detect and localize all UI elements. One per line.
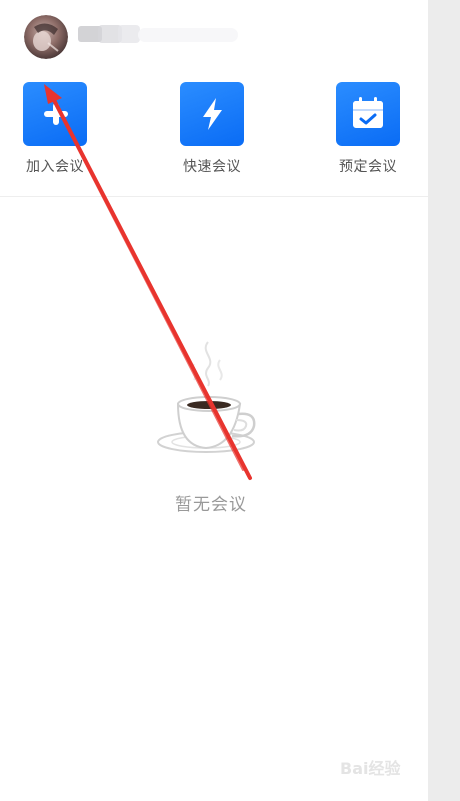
- avatar[interactable]: [24, 15, 68, 59]
- header: [0, 0, 428, 70]
- join-meeting-tile[interactable]: [23, 82, 87, 146]
- schedule-meeting-button[interactable]: 预定会议: [323, 82, 413, 182]
- quick-meeting-label: 快速会议: [183, 159, 241, 175]
- join-meeting-label: 加入会议: [26, 159, 84, 175]
- watermark: Bai经验: [340, 759, 401, 778]
- quick-actions: 加入会议 快速会议 预定会议: [0, 82, 428, 182]
- schedule-meeting-tile[interactable]: [336, 82, 400, 146]
- calendar-check-icon: [353, 97, 383, 128]
- schedule-meeting-label: 预定会议: [339, 159, 397, 175]
- meeting-home-screen: 加入会议 快速会议 预定会议 暂无会议 Bai经验: [0, 0, 460, 801]
- coffee-cup-icon: [154, 338, 264, 468]
- plus-icon: [44, 103, 68, 125]
- side-panel-edge: [428, 0, 460, 801]
- section-divider: [0, 196, 428, 197]
- empty-state-text: 暂无会议: [175, 495, 247, 515]
- quick-meeting-button[interactable]: 快速会议: [167, 82, 257, 182]
- username-redacted: [78, 22, 242, 48]
- join-meeting-button[interactable]: 加入会议: [10, 82, 100, 182]
- lightning-icon: [203, 98, 222, 130]
- quick-meeting-tile[interactable]: [180, 82, 244, 146]
